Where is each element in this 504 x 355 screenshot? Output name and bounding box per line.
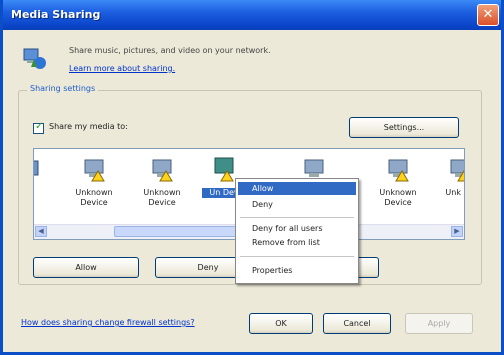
menu-separator [240,256,354,257]
device-item[interactable]: Unknown Device [368,155,428,213]
window-title: Media Sharing [11,8,101,21]
device-label: Unknown Device [75,188,113,207]
menu-item-deny-all-users[interactable]: Deny for all users [238,222,356,235]
device-item[interactable]: Unknown Device [132,155,192,213]
media-sharing-icon [23,48,46,69]
unknown-device-icon [152,159,173,182]
cancel-button[interactable]: Cancel [323,313,391,334]
apply-button[interactable]: Apply [405,313,473,334]
unknown-device-icon [214,157,234,182]
description-text: Share music, pictures, and video on your… [69,46,271,55]
device-label: Unk De [445,188,464,197]
menu-item-remove-from-list[interactable]: Remove from list [238,236,356,249]
close-button[interactable]: ✕ [477,4,499,26]
share-media-label: Share my media to: [49,122,128,131]
learn-more-link[interactable]: Learn more about sharing. [69,64,175,73]
sharing-settings-label: Sharing settings [27,84,99,93]
unknown-device-icon [450,159,464,182]
device-item[interactable]: ice [34,155,58,213]
unknown-device-icon [388,159,409,182]
scroll-right-icon[interactable]: ▶ [451,226,463,237]
device-item[interactable]: Unk De [430,155,464,213]
share-media-checkbox[interactable]: ✓ [33,121,44,134]
device-label: Unknown Device [379,188,417,207]
menu-item-properties[interactable]: Properties [238,264,356,277]
title-bar[interactable]: Media Sharing ✕ [3,0,501,30]
checkmark-icon: ✓ [35,121,44,132]
settings-button[interactable]: Settings... [349,117,459,138]
menu-separator [240,217,354,218]
scroll-left-icon[interactable]: ◀ [35,226,47,237]
device-item[interactable]: Unknown Device [64,155,124,213]
firewall-settings-link[interactable]: How does sharing change firewall setting… [21,318,195,327]
context-menu: Allow Deny Deny for all users Remove fro… [235,178,359,284]
unknown-device-icon [84,159,105,182]
allow-button[interactable]: Allow [33,257,139,278]
ok-button[interactable]: OK [249,313,313,334]
device-icon [34,160,39,176]
device-label: ice [34,188,58,198]
menu-item-deny[interactable]: Deny [238,198,356,211]
device-label: Unknown Device [143,188,181,207]
menu-item-allow[interactable]: Allow [238,182,356,195]
media-sharing-dialog: Media Sharing ✕ Share music, pictures, a… [0,0,504,355]
